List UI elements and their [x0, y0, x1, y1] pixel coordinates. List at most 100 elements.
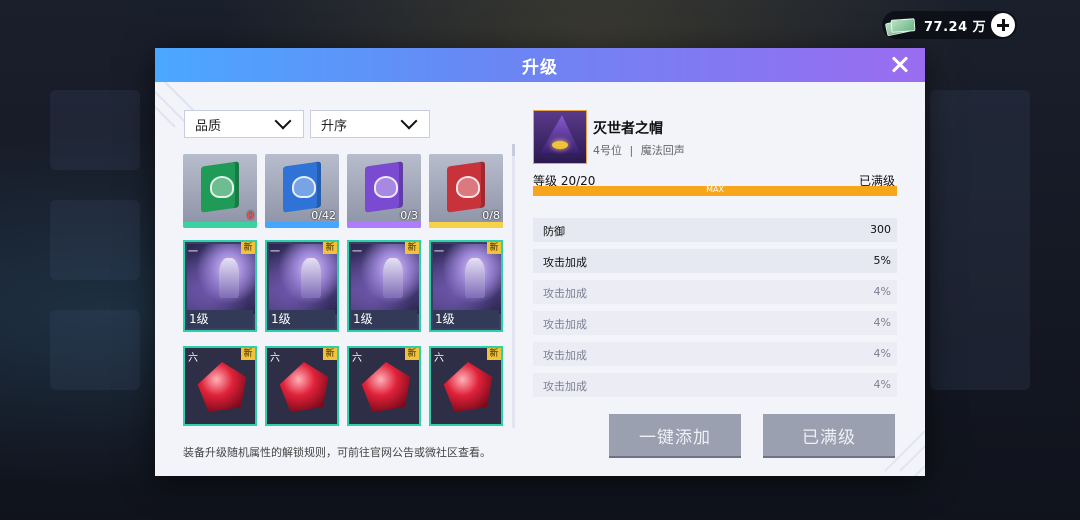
background-panel [50, 90, 140, 170]
stat-value: 5% [873, 254, 891, 267]
dialog-title: 升级 [522, 57, 558, 78]
stat-value: 4% [873, 316, 891, 329]
subtitle-separator: | [629, 144, 634, 157]
item-subtitle: 4号位 | 魔法回声 [593, 142, 685, 158]
tier-mark: 一 [270, 247, 280, 258]
tier-mark: 六 [270, 353, 280, 364]
gem-icon [361, 362, 411, 412]
item-slot: 4号位 [593, 144, 622, 157]
wing-emblem-icon [456, 176, 480, 198]
quality-dropdown-label: 品质 [195, 118, 222, 134]
cloak-item[interactable]: 一 新 1级 [347, 240, 421, 332]
new-badge: 新 [487, 242, 501, 254]
auto-add-button[interactable]: 一键添加 [609, 414, 741, 456]
gem-item[interactable]: 六 新 [265, 346, 339, 426]
grid-scrollbar-thumb[interactable] [512, 144, 515, 156]
new-badge: 新 [323, 242, 337, 254]
material-grid: 0 0/42 0/3 0/8 一 新 1级 一 新 1级 一 新 1级 一 新 … [183, 154, 505, 430]
plus-icon[interactable] [991, 13, 1015, 37]
cloak-item[interactable]: 一 新 1级 [183, 240, 257, 332]
stat-name: 攻击加成 [543, 349, 587, 362]
background-panel [50, 310, 140, 390]
item-set: 魔法回声 [640, 144, 685, 157]
stat-row: 防御 300 [533, 218, 897, 242]
upgrade-dialog: 升级 品质 升序 0 0/42 0/3 0/8 一 新 1级 一 新 1级 一 … [155, 48, 925, 476]
stat-name: 攻击加成 [543, 380, 587, 393]
stat-row-locked: 攻击加成 4% [533, 280, 897, 304]
new-badge: 新 [405, 348, 419, 360]
sort-dropdown-label: 升序 [321, 118, 348, 134]
quality-dropdown[interactable]: 品质 [184, 110, 304, 138]
currency-display: 77.24 万 [882, 11, 1017, 39]
level-progress-text: MAX [706, 185, 724, 194]
new-badge: 新 [487, 348, 501, 360]
unlock-rules-hint: 装备升级随机属性的解锁规则，可前往官网公告或微社区查看。 [183, 446, 491, 459]
chevron-down-icon [274, 112, 292, 130]
book-count: 0/3 [400, 209, 418, 222]
wing-emblem-icon [210, 176, 234, 198]
tier-mark: 六 [188, 353, 198, 364]
item-name: 灭世者之帽 [593, 121, 663, 137]
chevron-down-icon [400, 112, 418, 130]
hood-shape [383, 258, 403, 298]
rarity-stripe [347, 222, 421, 228]
stat-row-locked: 攻击加成 4% [533, 373, 897, 397]
item-level: 1级 [353, 312, 373, 326]
corner-decoration [884, 430, 925, 476]
stat-name: 攻击加成 [543, 318, 587, 331]
dialog-header: 升级 [155, 48, 925, 82]
item-level: 1级 [271, 312, 291, 326]
rarity-stripe [265, 222, 339, 228]
stat-row: 攻击加成 5% [533, 249, 897, 273]
gem-icon [443, 362, 493, 412]
book-count: 0/8 [482, 209, 500, 222]
tier-mark: 一 [352, 247, 362, 258]
close-icon[interactable] [889, 54, 911, 76]
gem-icon [279, 362, 329, 412]
upgrade-book-blue[interactable]: 0/42 [265, 154, 339, 228]
wizard-hat-icon [533, 110, 587, 164]
cloak-item[interactable]: 一 新 1级 [265, 240, 339, 332]
item-level: 1级 [435, 312, 455, 326]
stats-list: 防御 300 攻击加成 5% 攻击加成 4% 攻击加成 4% 攻击加成 4% 攻击加成 4% [533, 218, 897, 404]
upgrade-book-red[interactable]: 0/8 [429, 154, 503, 228]
gem-item[interactable]: 六 新 [183, 346, 257, 426]
level-progress-bar: MAX [533, 185, 897, 196]
stat-row-locked: 攻击加成 4% [533, 311, 897, 335]
new-badge: 新 [241, 348, 255, 360]
stat-row-locked: 攻击加成 4% [533, 342, 897, 366]
stat-value: 4% [873, 347, 891, 360]
cash-icon [884, 17, 916, 37]
currency-value: 77.24 万 [924, 19, 987, 35]
stat-value: 4% [873, 285, 891, 298]
gem-item[interactable]: 六 新 [429, 346, 503, 426]
hood-shape [219, 258, 239, 298]
stat-name: 攻击加成 [543, 256, 587, 269]
stat-name: 防御 [543, 225, 565, 238]
new-badge: 新 [241, 242, 255, 254]
item-level: 1级 [189, 312, 209, 326]
gem-item[interactable]: 六 新 [347, 346, 421, 426]
new-badge: 新 [323, 348, 337, 360]
tier-mark: 六 [434, 353, 444, 364]
wing-emblem-icon [374, 176, 398, 198]
upgrade-book-green[interactable]: 0 [183, 154, 257, 228]
sort-dropdown[interactable]: 升序 [310, 110, 430, 138]
grid-scrollbar[interactable] [512, 144, 515, 428]
hood-shape [465, 258, 485, 298]
new-badge: 新 [405, 242, 419, 254]
tier-mark: 六 [352, 353, 362, 364]
tier-mark: 一 [434, 247, 444, 258]
book-count: 0/42 [311, 209, 336, 222]
stat-value: 300 [870, 223, 891, 236]
upgrade-book-purple[interactable]: 0/3 [347, 154, 421, 228]
cloak-item[interactable]: 一 新 1级 [429, 240, 503, 332]
background-panel [50, 200, 140, 280]
gem-icon [197, 362, 247, 412]
hood-shape [301, 258, 321, 298]
wing-emblem-icon [292, 176, 316, 198]
book-count: 0 [247, 209, 254, 222]
stat-name: 攻击加成 [543, 287, 587, 300]
background-panel [930, 90, 1030, 390]
rarity-stripe [183, 222, 257, 228]
